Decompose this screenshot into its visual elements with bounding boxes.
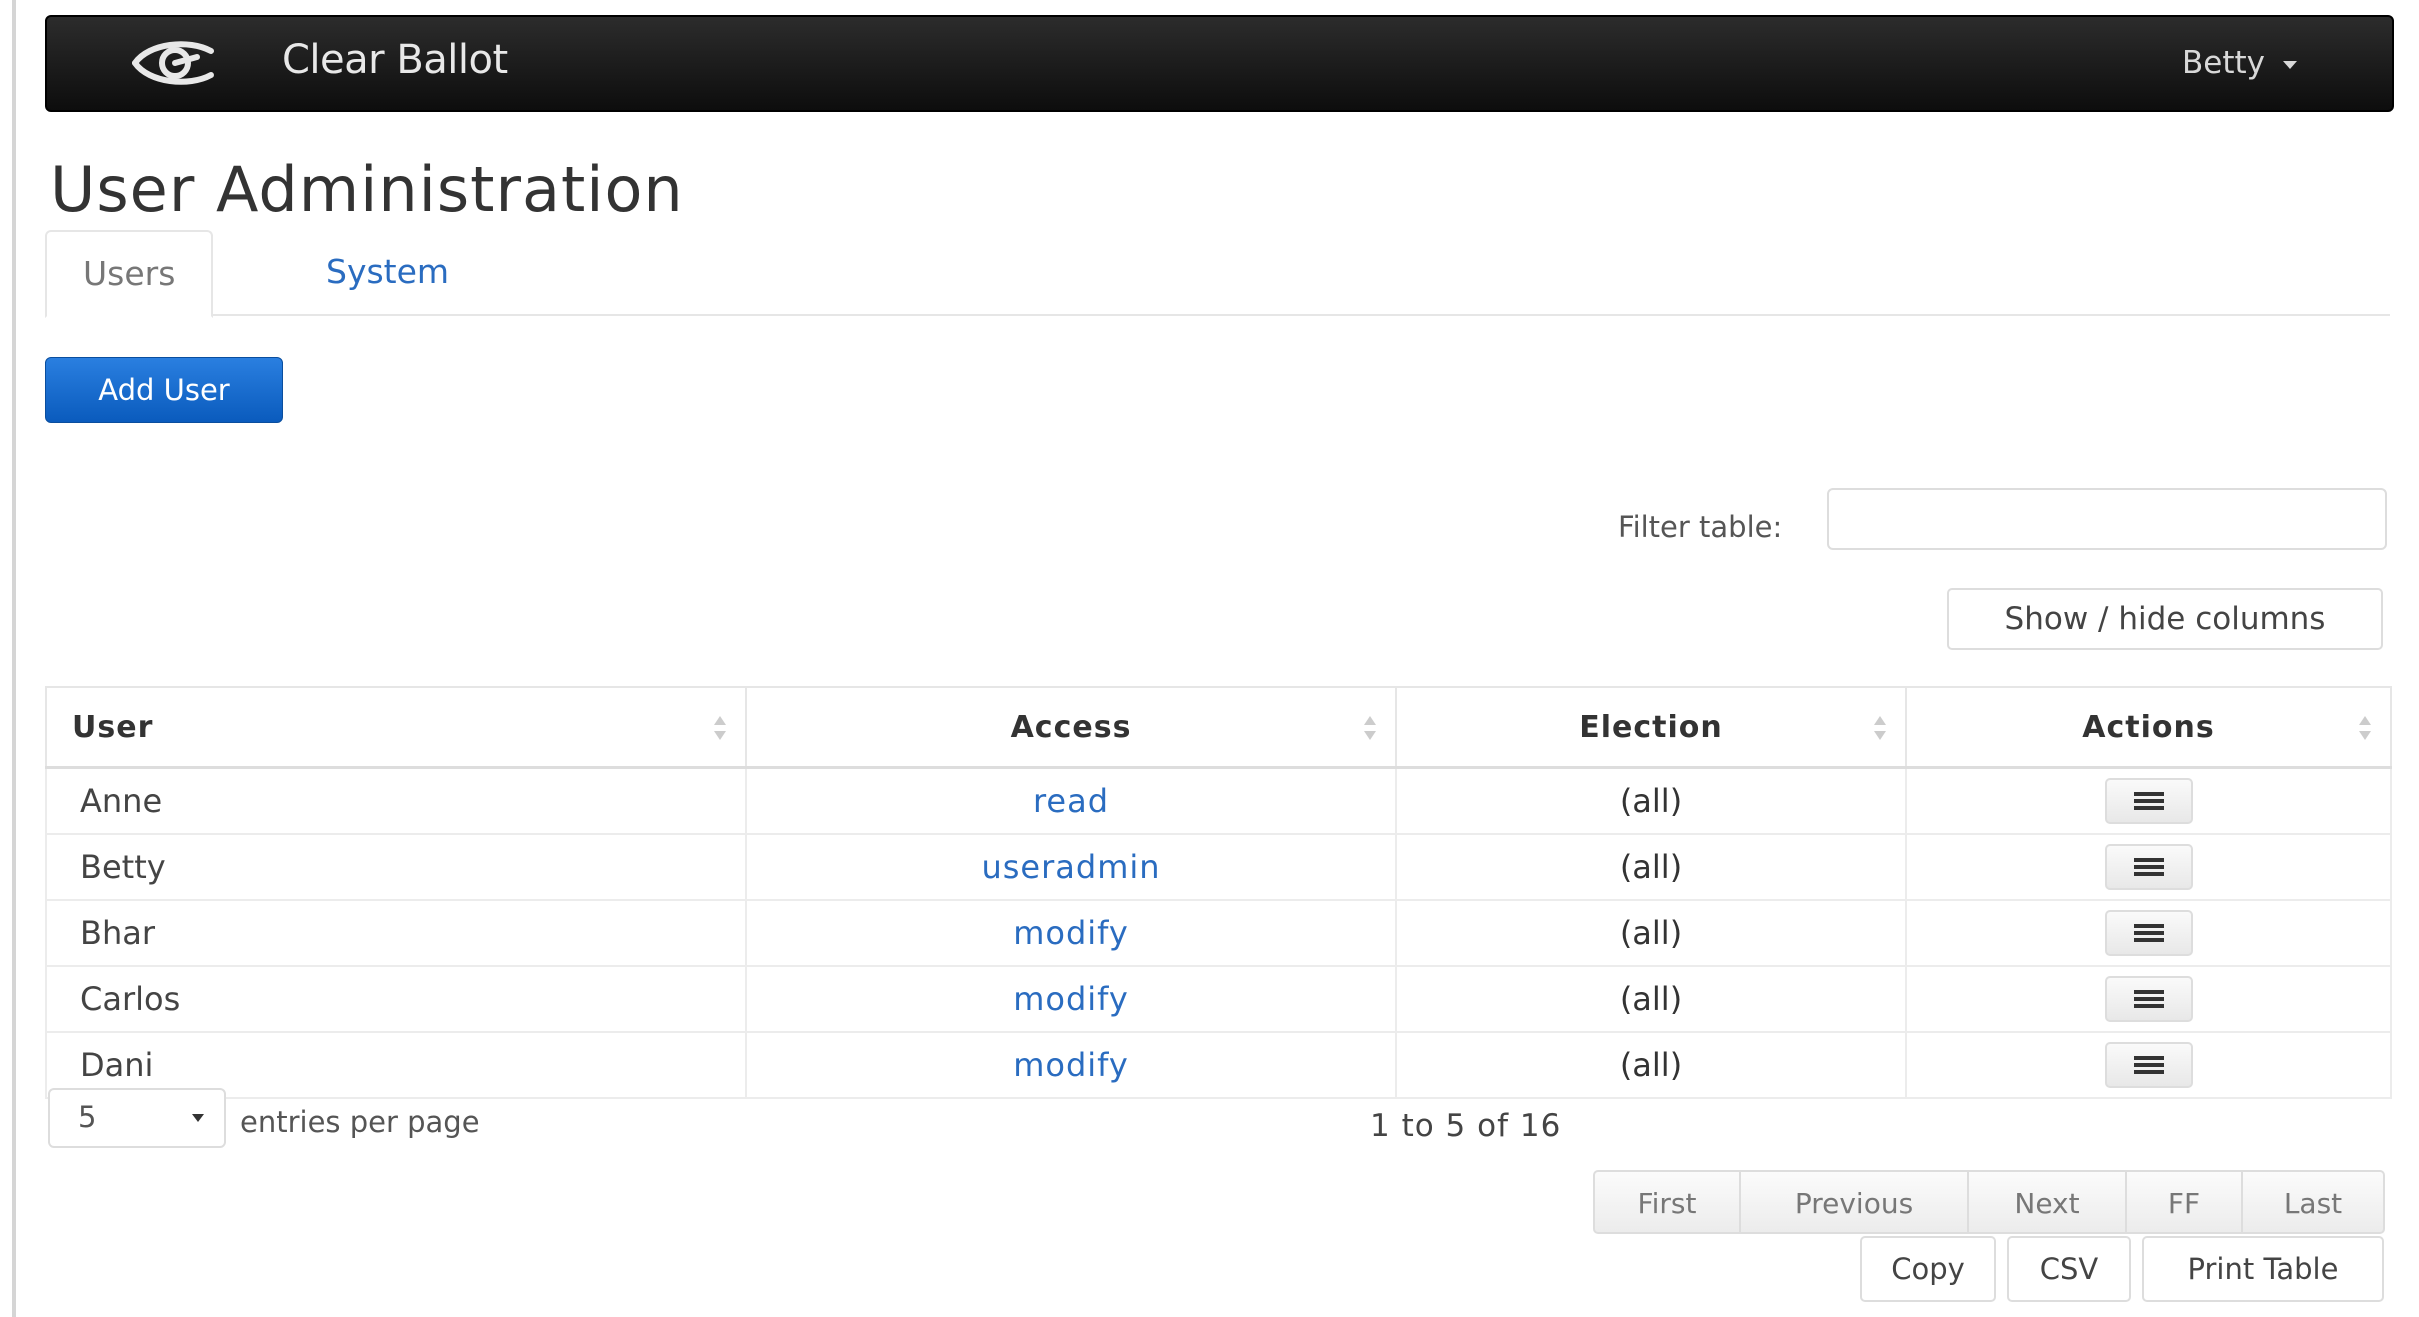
menu-icon: [2133, 990, 2164, 1008]
users-table: User Access Election Actions Anne read (…: [45, 686, 2392, 1099]
access-link[interactable]: read: [1033, 782, 1109, 820]
access-cell: modify: [745, 899, 1397, 967]
access-cell: modify: [745, 1031, 1397, 1099]
user-cell: Betty: [45, 833, 747, 901]
last-page-button[interactable]: Last: [2243, 1170, 2385, 1234]
user-cell: Carlos: [45, 965, 747, 1033]
menu-icon: [2133, 1056, 2164, 1074]
column-header-label: User: [72, 709, 154, 745]
column-header-user[interactable]: User: [45, 686, 747, 769]
column-header-election[interactable]: Election: [1395, 686, 1907, 769]
election-cell: (all): [1395, 965, 1907, 1033]
access-cell: read: [745, 766, 1397, 835]
actions-cell: [1905, 833, 2392, 901]
table-header-row: User Access Election Actions: [45, 686, 2392, 769]
column-header-label: Actions: [2082, 709, 2215, 745]
pagination-controls: First Previous Next FF Last: [1593, 1170, 2385, 1234]
column-header-label: Election: [1579, 709, 1723, 745]
print-table-button[interactable]: Print Table: [2142, 1236, 2384, 1302]
filter-label: Filter table:: [1618, 510, 1783, 544]
menu-icon: [2133, 792, 2164, 810]
column-header-actions[interactable]: Actions: [1905, 686, 2392, 769]
page-title: User Administration: [50, 153, 684, 226]
access-link[interactable]: modify: [1013, 1046, 1129, 1084]
actions-cell: [1905, 766, 2392, 835]
sort-icon: [714, 716, 726, 740]
navbar: Clear Ballot Betty: [45, 15, 2394, 112]
filter-input[interactable]: [1827, 488, 2387, 550]
actions-cell: [1905, 899, 2392, 967]
show-hide-columns-button[interactable]: Show / hide columns: [1947, 588, 2383, 650]
menu-icon: [2133, 858, 2164, 876]
tab-bar: Users System: [45, 230, 2390, 318]
copy-button[interactable]: Copy: [1860, 1236, 1996, 1302]
user-cell: Bhar: [45, 899, 747, 967]
user-cell: Anne: [45, 766, 747, 835]
row-actions-button[interactable]: [2104, 1042, 2193, 1088]
column-header-label: Access: [1010, 709, 1132, 745]
brand-name: Clear Ballot: [282, 37, 508, 83]
sort-icon: [2359, 716, 2371, 740]
actions-cell: [1905, 1031, 2392, 1099]
caret-down-icon: [192, 1114, 204, 1122]
election-cell: (all): [1395, 833, 1907, 901]
table-row: Carlos modify (all): [45, 965, 2392, 1033]
row-actions-button[interactable]: [2104, 910, 2193, 956]
sort-icon: [1364, 716, 1376, 740]
table-row: Anne read (all): [45, 766, 2392, 835]
add-user-button[interactable]: Add User: [45, 357, 283, 423]
access-link[interactable]: useradmin: [981, 848, 1160, 886]
tab-users[interactable]: Users: [45, 230, 214, 318]
access-cell: useradmin: [745, 833, 1397, 901]
table-row: Bhar modify (all): [45, 899, 2392, 967]
access-link[interactable]: modify: [1013, 914, 1129, 952]
previous-page-button[interactable]: Previous: [1741, 1170, 1969, 1234]
logo-icon: [132, 41, 214, 85]
row-actions-button[interactable]: [2104, 778, 2193, 824]
table-row: Betty useradmin (all): [45, 833, 2392, 901]
entries-per-page-select[interactable]: 5: [48, 1088, 226, 1148]
election-cell: (all): [1395, 766, 1907, 835]
sort-icon: [1874, 716, 1886, 740]
user-menu[interactable]: Betty: [2182, 45, 2297, 81]
election-cell: (all): [1395, 899, 1907, 967]
caret-down-icon: [2283, 60, 2297, 69]
access-cell: modify: [745, 965, 1397, 1033]
access-link[interactable]: modify: [1013, 980, 1129, 1018]
column-header-access[interactable]: Access: [745, 686, 1397, 769]
row-actions-button[interactable]: [2104, 844, 2193, 890]
next-page-button[interactable]: Next: [1969, 1170, 2127, 1234]
window-frame: [12, 0, 16, 1317]
user-menu-label: Betty: [2182, 45, 2265, 81]
entries-per-page-value: 5: [78, 1100, 97, 1134]
election-cell: (all): [1395, 1031, 1907, 1099]
table-row: Dani modify (all): [45, 1031, 2392, 1099]
fast-forward-button[interactable]: FF: [2127, 1170, 2243, 1234]
csv-button[interactable]: CSV: [2007, 1236, 2131, 1302]
first-page-button[interactable]: First: [1593, 1170, 1741, 1234]
pagination-info: 1 to 5 of 16: [1370, 1108, 1562, 1144]
row-actions-button[interactable]: [2104, 976, 2193, 1022]
tab-system[interactable]: System: [290, 230, 485, 314]
menu-icon: [2133, 924, 2164, 942]
entries-per-page-label: entries per page: [240, 1105, 480, 1139]
actions-cell: [1905, 965, 2392, 1033]
